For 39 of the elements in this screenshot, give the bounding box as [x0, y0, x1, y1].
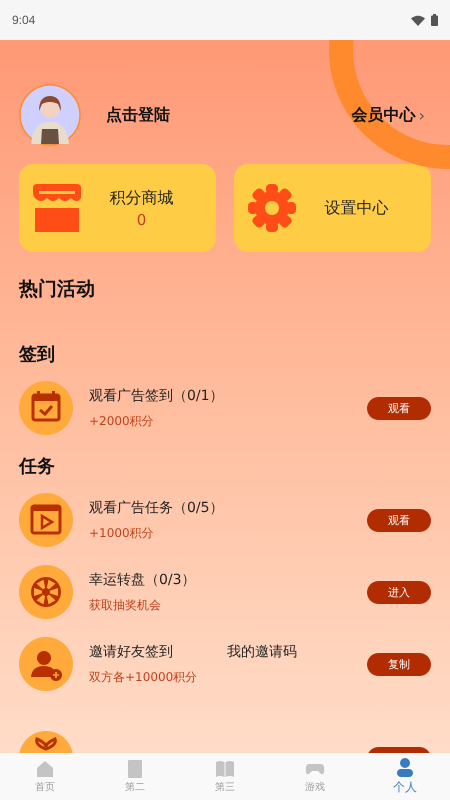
settings-icon — [248, 184, 296, 232]
card-button[interactable]: 设置中心 — [234, 164, 431, 252]
member-center-link[interactable]: 会员中心 — [352, 104, 416, 126]
task-reward: 获取抽奖机会 — [89, 596, 162, 614]
avatar — [19, 84, 81, 146]
task-reward: +1000积分 — [89, 524, 155, 542]
chevron-icon: › — [418, 106, 425, 124]
task-title: 观看广告签到（0/1） — [89, 386, 224, 404]
battery-icon — [431, 14, 438, 26]
invite-code-label: 我的邀请码 — [227, 642, 297, 660]
wifi-icon — [411, 14, 425, 26]
task-title: 幸运转盘（0/3） — [89, 570, 196, 588]
task-button[interactable]: 进入 — [367, 580, 431, 604]
task-button[interactable]: 观看 — [367, 396, 431, 420]
status-time: 9:04 — [12, 13, 36, 27]
points-value: 0 — [136, 210, 146, 228]
task-reward: +2000积分 — [89, 412, 155, 430]
task-button[interactable]: 观看 — [367, 508, 431, 532]
card-button[interactable]: 积分商城 0 — [19, 164, 216, 252]
card-title: 积分商城 — [110, 188, 174, 208]
home-icon — [35, 759, 55, 779]
wheel-icon — [19, 565, 73, 619]
task-button[interactable]: 复制 — [367, 652, 431, 676]
person-icon — [395, 758, 415, 778]
add-user-icon — [19, 637, 73, 691]
calendar-check-icon — [19, 381, 73, 435]
login-link[interactable]: 点击登陆 — [106, 104, 170, 126]
note-icon — [125, 759, 145, 779]
section-heading: 热门活动 — [19, 277, 96, 302]
section-heading: 任务 — [19, 455, 56, 478]
task-reward: 双方各+10000积分 — [89, 668, 198, 686]
section-heading: 签到 — [19, 343, 56, 366]
video-play-icon — [19, 493, 73, 547]
card-title: 设置中心 — [324, 198, 388, 218]
tab-item[interactable]: 个人 — [360, 753, 450, 800]
task-title: 观看广告任务（0/5） — [89, 498, 224, 516]
book-icon — [215, 759, 235, 779]
shop-icon — [33, 184, 81, 232]
task-title: 邀请好友签到 — [89, 642, 173, 660]
